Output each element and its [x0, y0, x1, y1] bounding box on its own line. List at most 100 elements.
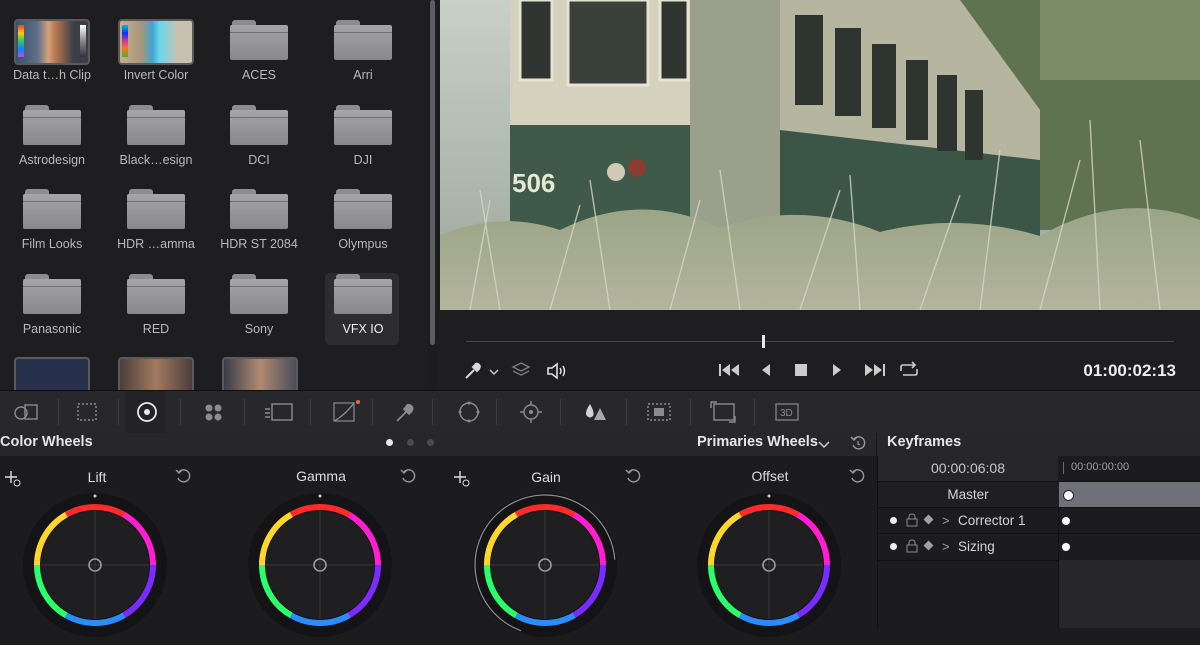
keyframe-row-label: Corrector 1	[958, 513, 1026, 528]
chevron-right-icon[interactable]: >	[942, 539, 950, 554]
wheel-label-lift: Lift	[87, 469, 107, 485]
lut-folder-vfx-io[interactable]: VFX IO	[311, 254, 415, 338]
lut-item-label: RED	[142, 322, 170, 336]
color-match-icon[interactable]	[64, 391, 104, 433]
lut-folder-hdr-gamma[interactable]: HDR …amma	[104, 169, 208, 253]
folder-icon	[127, 105, 185, 145]
folder-icon	[230, 20, 288, 60]
enable-dot-icon[interactable]	[890, 543, 897, 550]
reset-gamma-icon[interactable]	[400, 468, 416, 489]
chevron-down-icon[interactable]	[489, 364, 499, 380]
lut-clip-thumbnail[interactable]	[14, 357, 90, 390]
keyframe-track[interactable]	[1059, 482, 1200, 508]
loop-icon[interactable]	[897, 361, 921, 382]
layers-icon[interactable]	[511, 361, 531, 382]
viewer-image[interactable]: 506	[440, 0, 1200, 310]
lut-folder-arri[interactable]: Arri	[311, 0, 415, 84]
folder-icon	[23, 274, 81, 314]
qualifier-icon[interactable]	[384, 391, 424, 433]
gain-wheel[interactable]	[470, 490, 620, 640]
play-icon[interactable]	[830, 362, 844, 381]
lut-folder-astrodesign[interactable]: Astrodesign	[0, 85, 104, 169]
lut-folder-panasonic[interactable]: Panasonic	[0, 254, 104, 338]
reset-all-icon[interactable]	[850, 435, 866, 456]
key-icon[interactable]	[636, 391, 676, 433]
lut-folder-aces[interactable]: ACES	[207, 0, 311, 84]
camera-raw-icon[interactable]	[4, 391, 44, 433]
keyframe-marker[interactable]	[1062, 517, 1070, 525]
play-reverse-icon[interactable]	[759, 362, 773, 381]
clip-thumbnail	[14, 19, 90, 65]
lut-folder-sony[interactable]: Sony	[207, 254, 311, 338]
folder-icon	[230, 274, 288, 314]
stop-icon[interactable]	[794, 363, 808, 380]
playhead[interactable]	[761, 335, 765, 348]
picker-icon[interactable]	[464, 362, 486, 383]
chevron-right-icon[interactable]: >	[942, 513, 950, 528]
keyframe-row-label: Sizing	[958, 539, 995, 554]
enable-dot-icon[interactable]	[890, 517, 897, 524]
lock-icon[interactable]	[906, 513, 918, 532]
wheel-label-gain: Gain	[531, 469, 561, 485]
reset-lift-icon[interactable]	[175, 468, 191, 489]
volume-icon[interactable]	[546, 362, 568, 383]
lut-folder-dci[interactable]: DCI	[207, 85, 311, 169]
lut-folder-red[interactable]: RED	[104, 254, 208, 338]
keyframe-row-master[interactable]: Master	[878, 481, 1200, 508]
lock-icon[interactable]	[906, 539, 918, 558]
lut-item-label: VFX IO	[342, 322, 384, 336]
lut-item-data-clip[interactable]: Data t…h Clip	[0, 0, 104, 84]
keyframe-marker[interactable]	[1062, 543, 1070, 551]
keyframe-diamond-icon[interactable]	[923, 540, 934, 551]
color-wheels-icon[interactable]	[126, 391, 166, 433]
lut-item-label: ACES	[241, 68, 277, 82]
keyframe-ruler[interactable]: 00:00:00:00	[1059, 456, 1200, 481]
lut-item-label: Invert Color	[123, 68, 189, 82]
keyframe-diamond-icon[interactable]	[923, 514, 934, 525]
lut-folder-blackmagic-design[interactable]: Black…esign	[104, 85, 208, 169]
panel-title: Keyframes	[887, 434, 962, 450]
curves-icon[interactable]	[322, 391, 362, 433]
lut-folder-olympus[interactable]: Olympus	[311, 169, 415, 253]
lut-folder-dji[interactable]: DJI	[311, 85, 415, 169]
lut-item-label: Panasonic	[22, 322, 82, 336]
sizing-icon[interactable]	[700, 391, 740, 433]
keyframe-row-sizing[interactable]: > Sizing	[878, 533, 1200, 561]
lut-folder-film-looks[interactable]: Film Looks	[0, 169, 104, 253]
rgb-mixer-icon[interactable]	[192, 391, 232, 433]
reset-offset-icon[interactable]	[849, 468, 865, 489]
crosshair-icon[interactable]	[452, 469, 472, 494]
folder-icon	[334, 20, 392, 60]
lut-item-label: HDR ST 2084	[220, 237, 298, 251]
skip-to-end-icon[interactable]	[862, 362, 886, 381]
offset-wheel[interactable]	[694, 490, 844, 640]
lut-folder-hdr-st-2084[interactable]: HDR ST 2084	[207, 169, 311, 253]
folder-icon	[127, 274, 185, 314]
wheel-label-offset: Offset	[751, 468, 789, 484]
lut-clip-thumbnail[interactable]	[222, 357, 298, 390]
reset-gain-icon[interactable]	[625, 468, 641, 489]
keyframe-track[interactable]	[1059, 508, 1200, 534]
chevron-down-icon[interactable]	[818, 437, 830, 455]
window-icon[interactable]	[446, 391, 486, 433]
3d-icon[interactable]: 3D	[764, 391, 804, 433]
lut-scrollbar[interactable]	[428, 0, 438, 345]
skip-to-start-icon[interactable]	[718, 362, 742, 381]
scrubber-track[interactable]	[466, 341, 1174, 342]
page-dot-2[interactable]	[407, 439, 414, 446]
lut-clip-thumbnail[interactable]	[118, 357, 194, 390]
page-dot-1[interactable]	[386, 439, 393, 446]
blur-icon[interactable]	[572, 391, 612, 433]
lift-wheel[interactable]	[20, 490, 170, 640]
lut-item-label: Film Looks	[21, 237, 83, 251]
gamma-wheel[interactable]	[245, 490, 395, 640]
tracker-icon[interactable]	[508, 391, 548, 433]
keyframe-marker[interactable]	[1063, 490, 1074, 501]
keyframe-track[interactable]	[1059, 534, 1200, 560]
keyframe-row-corrector-1[interactable]: > Corrector 1	[878, 507, 1200, 534]
lut-item-invert-color[interactable]: Invert Color	[104, 0, 208, 84]
page-dot-3[interactable]	[427, 439, 434, 446]
motion-effects-icon[interactable]	[256, 391, 296, 433]
viewer-timecode: 01:00:02:13	[1083, 361, 1176, 380]
wheels-mode-dropdown[interactable]: Primaries Wheels	[697, 434, 818, 450]
